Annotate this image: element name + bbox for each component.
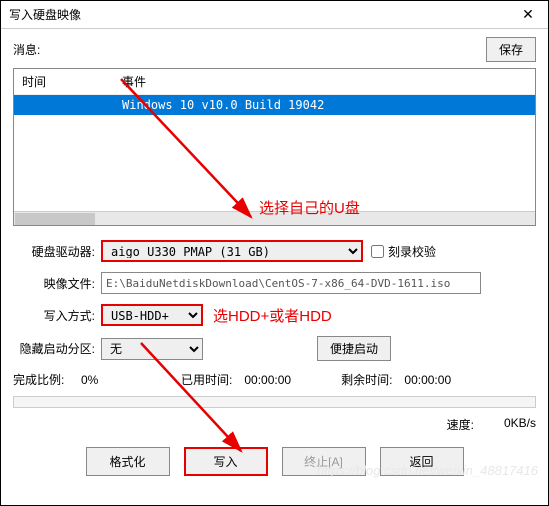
file-label: 映像文件:	[13, 275, 101, 292]
event-row[interactable]: Windows 10 v10.0 Build 19042	[14, 95, 535, 115]
image-file-input[interactable]	[101, 272, 481, 294]
annotation-select-mode: 选HDD+或者HDD	[213, 305, 332, 326]
watermark: https://blog.csdn.net/weixin_48817416	[317, 463, 538, 478]
progress-bar	[13, 396, 536, 408]
verify-text: 刻录校验	[388, 243, 436, 260]
close-button[interactable]: ✕	[508, 1, 548, 29]
verify-checkbox-label[interactable]: 刻录校验	[371, 243, 436, 260]
speed-label: 速度:	[447, 416, 474, 433]
mode-row: 写入方式: USB-HDD+ 选HDD+或者HDD	[13, 304, 536, 326]
disk-drive-select[interactable]: aigo U330 PMAP (31 GB)	[101, 240, 363, 262]
close-icon: ✕	[522, 6, 534, 23]
scrollbar-thumb[interactable]	[15, 213, 95, 225]
event-time	[22, 98, 122, 112]
disk-row: 硬盘驱动器: aigo U330 PMAP (31 GB) 刻录校验	[13, 240, 536, 262]
message-row: 消息: 保存	[13, 37, 536, 62]
remain-label: 剩余时间:	[341, 371, 392, 388]
done-value: 0%	[81, 373, 151, 387]
dialog-window: 写入硬盘映像 ✕ 消息: 保存 时间 事件 Windows 10 v10.0 B…	[0, 0, 549, 506]
hide-boot-select[interactable]: 无	[101, 338, 203, 360]
write-button[interactable]: 写入	[184, 447, 268, 476]
remain-value: 00:00:00	[404, 373, 451, 387]
save-button[interactable]: 保存	[486, 37, 536, 62]
hide-label: 隐藏启动分区:	[13, 340, 101, 357]
titlebar: 写入硬盘映像 ✕	[1, 1, 548, 29]
speed-row: 速度: 0KB/s	[13, 416, 536, 433]
annotation-select-usb: 选择自己的U盘	[259, 197, 360, 218]
event-header: 时间 事件	[14, 69, 535, 95]
window-title: 写入硬盘映像	[9, 6, 81, 23]
progress-row: 完成比例: 0% 已用时间: 00:00:00 剩余时间: 00:00:00	[13, 371, 536, 388]
message-label: 消息:	[13, 41, 40, 58]
format-button[interactable]: 格式化	[86, 447, 170, 476]
elapsed-value: 00:00:00	[244, 373, 291, 387]
col-time-header: 时间	[22, 73, 122, 90]
col-event-header: 事件	[122, 73, 527, 90]
elapsed-label: 已用时间:	[181, 371, 232, 388]
content-area: 消息: 保存 时间 事件 Windows 10 v10.0 Build 1904…	[1, 29, 548, 484]
done-label: 完成比例:	[13, 371, 81, 388]
form-area: 硬盘驱动器: aigo U330 PMAP (31 GB) 刻录校验 映像文件:…	[13, 240, 536, 361]
mode-label: 写入方式:	[13, 307, 101, 324]
verify-checkbox[interactable]	[371, 245, 384, 258]
write-mode-select[interactable]: USB-HDD+	[101, 304, 203, 326]
speed-value: 0KB/s	[504, 416, 536, 433]
convenient-boot-button[interactable]: 便捷启动	[317, 336, 391, 361]
disk-label: 硬盘驱动器:	[13, 243, 101, 260]
file-row: 映像文件:	[13, 272, 536, 294]
hide-row: 隐藏启动分区: 无 便捷启动	[13, 336, 536, 361]
event-text: Windows 10 v10.0 Build 19042	[122, 98, 527, 112]
